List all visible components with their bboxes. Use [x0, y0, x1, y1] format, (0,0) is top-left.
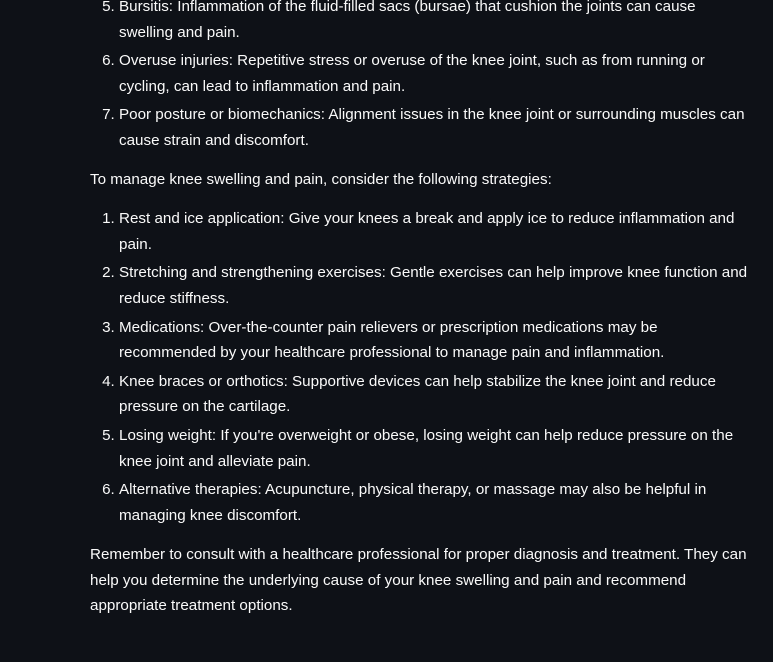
causes-list: Bursitis: Inflammation of the fluid-fill…: [90, 0, 750, 154]
chat-message-content: Bursitis: Inflammation of the fluid-fill…: [90, 0, 750, 619]
list-item: Rest and ice application: Give your knee…: [119, 206, 750, 257]
list-item: Medications: Over-the-counter pain relie…: [119, 315, 750, 366]
closing-paragraph: Remember to consult with a healthcare pr…: [90, 546, 747, 615]
list-item: Stretching and strengthening exercises: …: [119, 260, 750, 311]
list-item: Knee braces or orthotics: Supportive dev…: [119, 369, 750, 420]
strategies-list: Rest and ice application: Give your knee…: [90, 206, 750, 528]
list-item: Poor posture or biomechanics: Alignment …: [119, 102, 750, 153]
list-item: Losing weight: If you're overweight or o…: [119, 423, 750, 474]
list-item: Alternative therapies: Acupuncture, phys…: [119, 477, 750, 528]
strategies-intro: To manage knee swelling and pain, consid…: [90, 170, 552, 188]
list-item: Overuse injuries: Repetitive stress or o…: [119, 48, 750, 99]
list-item: Bursitis: Inflammation of the fluid-fill…: [119, 0, 750, 45]
